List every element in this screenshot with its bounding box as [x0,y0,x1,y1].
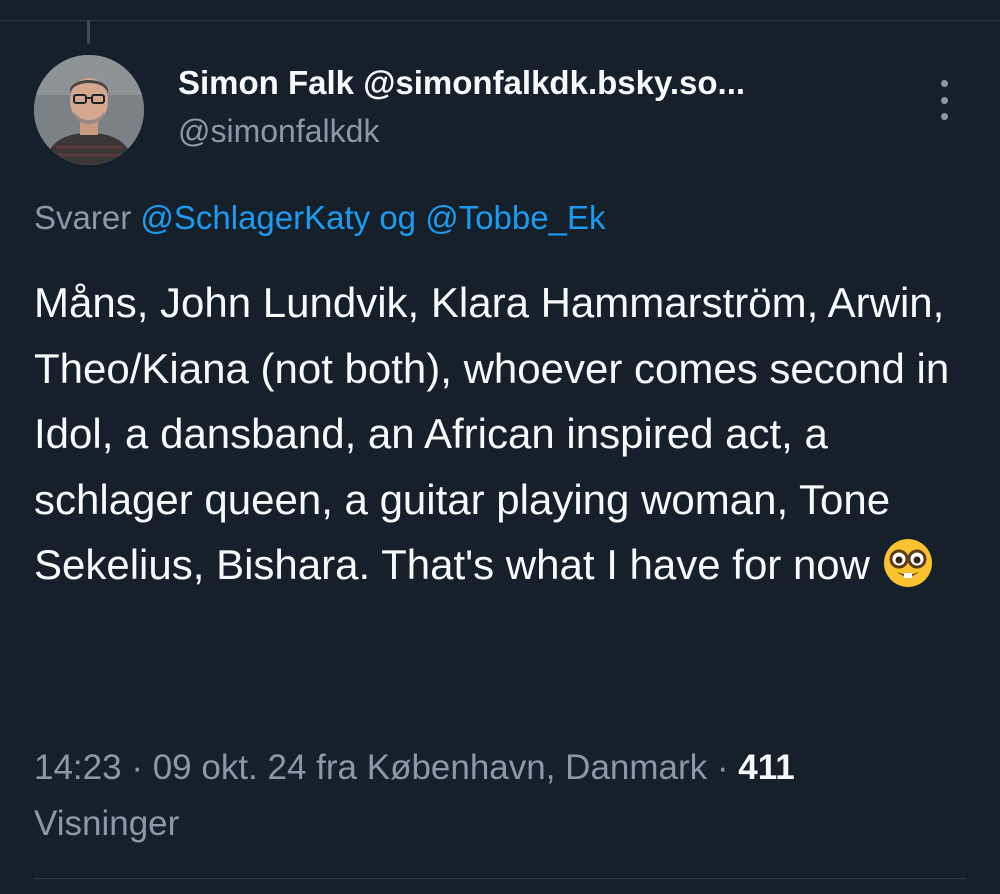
reply-prefix: Svarer [34,199,141,236]
more-options-icon[interactable] [930,80,958,120]
bottom-divider [34,878,966,879]
meta-separator: · [707,748,739,787]
avatar[interactable] [34,55,144,165]
nerd-face-icon [883,539,932,587]
reply-mention-link[interactable]: @SchlagerKaty [140,199,370,236]
tweet-date-location[interactable]: 09 okt. 24 fra København, Danmark [153,748,707,787]
tweet-meta: 14:23 · 09 okt. 24 fra København, Danmar… [34,740,974,852]
views-label[interactable]: Visninger [34,804,179,843]
display-name[interactable]: Simon Falk @simonfalkdk.bsky.so... [178,62,898,104]
user-handle[interactable]: @simonfalkdk [178,110,379,152]
reply-context: Svarer @SchlagerKaty og @Tobbe_Ek [34,196,605,240]
views-count[interactable]: 411 [738,748,794,787]
avatar-photo [34,55,144,165]
tweet-time[interactable]: 14:23 [34,748,122,787]
tweet-text: Måns, John Lundvik, Klara Hammarström, A… [34,279,950,588]
top-divider [0,20,1000,21]
reply-mention-link[interactable]: @Tobbe_Ek [425,199,605,236]
thread-connector-line [87,20,90,44]
reply-joiner: og [370,199,426,236]
tweet-body: Måns, John Lundvik, Klara Hammarström, A… [34,270,974,598]
meta-separator: · [121,748,153,787]
